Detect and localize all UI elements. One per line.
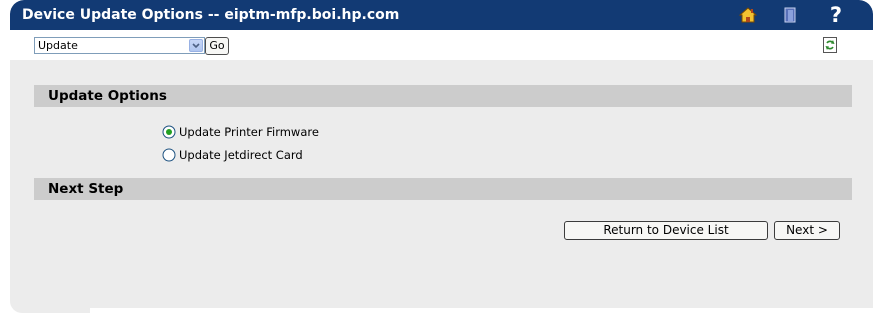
home-icon[interactable] [738,5,758,25]
door-icon[interactable] [783,5,797,25]
next-step-title: Next Step [48,181,124,197]
next-step-header: Next Step [34,178,852,200]
chevron-down-icon[interactable] [189,39,203,52]
bottom-divider [90,308,873,313]
refresh-icon[interactable] [823,37,837,53]
update-options-header: Update Options [34,85,852,107]
radio-label: Update Printer Firmware [179,125,319,139]
window-title: Device Update Options -- eiptm-mfp.boi.h… [22,7,400,23]
device-action-select[interactable]: Update [34,37,205,54]
return-to-device-list-button[interactable]: Return to Device List [564,221,768,240]
update-options-title: Update Options [48,88,167,104]
go-button[interactable]: Go [205,37,229,55]
radio-label: Update Jetdirect Card [179,148,303,162]
device-update-window: Device Update Options -- eiptm-mfp.boi.h… [10,0,873,313]
radio-update-jetdirect-card[interactable]: Update Jetdirect Card [162,147,303,163]
help-icon[interactable]: ? [827,5,845,26]
device-action-select-value: Update [38,39,78,52]
radio-unselected-icon[interactable] [162,148,176,162]
radio-selected-icon[interactable] [162,125,176,139]
title-bar: Device Update Options -- eiptm-mfp.boi.h… [10,0,873,30]
radio-update-printer-firmware[interactable]: Update Printer Firmware [162,124,319,140]
toolbar: Update Go [10,30,873,60]
next-button[interactable]: Next > [774,221,840,240]
